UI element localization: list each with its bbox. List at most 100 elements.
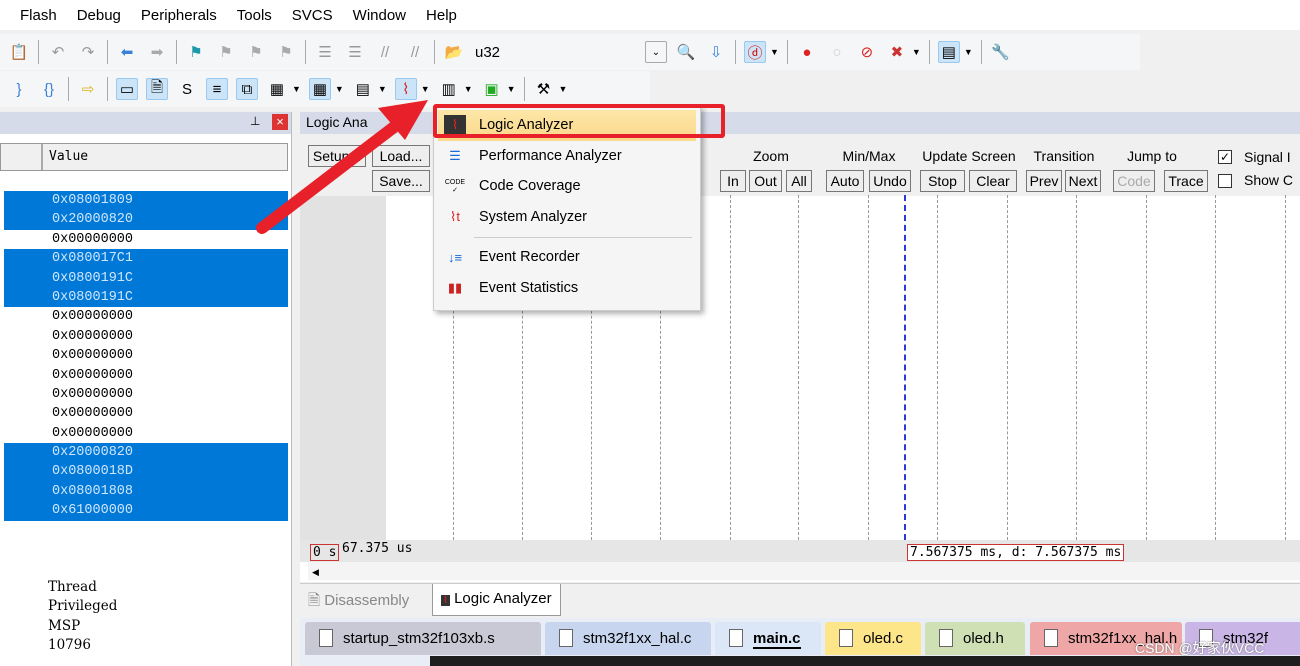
register-value-row[interactable]: 0x61000000: [4, 501, 288, 521]
file-tab[interactable]: startup_stm32f103xb.s: [305, 622, 541, 655]
chevron-down-icon[interactable]: ⌄: [645, 41, 667, 63]
call-stack-window-icon[interactable]: ⧉: [236, 78, 258, 100]
menu-item-performance-analyzer[interactable]: ☰ Performance Analyzer: [434, 141, 700, 172]
registers-window-icon[interactable]: ≡: [206, 78, 228, 100]
undo-button[interactable]: Undo: [869, 170, 911, 192]
disassembly-window-icon[interactable]: 🗎: [146, 78, 168, 100]
register-value-row[interactable]: 0x08001809: [4, 191, 288, 211]
file-tab[interactable]: stm32f1xx_hal.c: [545, 622, 711, 655]
menu-window[interactable]: Window: [353, 7, 406, 24]
window-layout-icon[interactable]: ▤: [937, 41, 960, 63]
grid-line: [1146, 195, 1147, 540]
next-button[interactable]: Next: [1065, 170, 1101, 192]
value-column-header[interactable]: Value: [0, 143, 288, 171]
register-value-row[interactable]: 0x00000000: [4, 307, 288, 326]
menu-peripherals[interactable]: Peripherals: [141, 7, 217, 24]
cursor-line[interactable]: [904, 195, 906, 540]
register-value-row[interactable]: 0x00000000: [4, 385, 288, 404]
zoom-out-button[interactable]: Out: [749, 170, 782, 192]
close-icon[interactable]: ×: [272, 114, 288, 130]
prev-button[interactable]: Prev: [1026, 170, 1062, 192]
register-value-row[interactable]: 0x00000000: [4, 404, 288, 423]
forward-icon[interactable]: ➡: [146, 41, 168, 63]
undo-icon[interactable]: ↶: [47, 41, 69, 63]
stop-button[interactable]: Stop: [920, 170, 965, 192]
register-value-row[interactable]: 0x20000820: [4, 443, 288, 463]
kill-breakpoints-icon[interactable]: ✖: [886, 41, 908, 63]
register-value-row[interactable]: 0x00000000: [4, 424, 288, 443]
menu-debug[interactable]: Debug: [77, 7, 121, 24]
menu-item-event-statistics[interactable]: ▮▮ Event Statistics: [434, 273, 700, 304]
back-icon[interactable]: ⬅: [116, 41, 138, 63]
command-window-icon[interactable]: ▭: [116, 78, 138, 100]
analysis-windows-icon[interactable]: ⌇: [394, 78, 417, 100]
disable-breakpoint-icon[interactable]: ○: [826, 41, 848, 63]
menu-help[interactable]: Help: [426, 7, 457, 24]
save-button[interactable]: Save...: [372, 170, 430, 192]
auto-button[interactable]: Auto: [826, 170, 864, 192]
comment-icon[interactable]: //: [374, 41, 396, 63]
menu-svcs[interactable]: SVCS: [292, 7, 333, 24]
jump-trace-button[interactable]: Trace: [1164, 170, 1208, 192]
paste-icon[interactable]: 📋: [8, 41, 30, 63]
redo-icon[interactable]: ↷: [77, 41, 99, 63]
uncomment-icon[interactable]: //: [404, 41, 426, 63]
symbols-window-icon[interactable]: S: [176, 78, 198, 100]
toolbox-icon[interactable]: ⚒: [533, 78, 555, 100]
step-out-icon[interactable]: }: [8, 78, 30, 100]
clear-bookmarks-icon[interactable]: ⚑: [275, 41, 297, 63]
indent-icon[interactable]: ☰: [314, 41, 336, 63]
scroll-left-icon[interactable]: ◀: [308, 567, 319, 577]
trace-windows-icon[interactable]: ▥: [438, 78, 460, 100]
wrench-icon[interactable]: 🔧: [990, 41, 1012, 63]
load-button[interactable]: Load...: [372, 145, 430, 167]
menu-flash[interactable]: Flash: [20, 7, 57, 24]
serial-window-icon[interactable]: ▤: [352, 78, 374, 100]
memory-window-icon[interactable]: ▦: [308, 78, 331, 100]
tab-disassembly[interactable]: 🗎 Disassembly: [308, 590, 409, 615]
file-tab[interactable]: main.c: [715, 622, 821, 655]
prev-bookmark-icon[interactable]: ⚑: [215, 41, 237, 63]
menu-item-event-recorder[interactable]: ↓≡ Event Recorder: [434, 242, 700, 273]
run-to-cursor-icon[interactable]: {}: [38, 78, 60, 100]
registers-panel: ⊥ × Value 0x08001809 0x20000820 0x00000000…: [0, 112, 292, 666]
register-value-row[interactable]: 0x0800191C: [4, 268, 288, 288]
clear-button[interactable]: Clear: [969, 170, 1017, 192]
bookmark-icon[interactable]: ⚑: [185, 41, 207, 63]
breakpoint-icon[interactable]: ●: [796, 41, 818, 63]
watch-window-icon[interactable]: ▦: [266, 78, 288, 100]
register-value-row[interactable]: 0x0800191C: [4, 287, 288, 308]
register-value-row[interactable]: 0x080017C1: [4, 249, 288, 269]
browse-icon[interactable]: ⇩: [705, 41, 727, 63]
find-in-files-icon[interactable]: 🔍: [675, 41, 697, 63]
file-tab[interactable]: oled.c: [825, 622, 921, 655]
horizontal-scrollbar[interactable]: ◀: [308, 562, 1300, 580]
register-value-row[interactable]: 0x0800018D: [4, 462, 288, 482]
next-bookmark-icon[interactable]: ⚑: [245, 41, 267, 63]
register-value-row[interactable]: 0x00000000: [4, 230, 288, 249]
show-next-statement-icon[interactable]: ⇨: [77, 78, 99, 100]
register-value-row[interactable]: 0x08001808: [4, 481, 288, 502]
register-value-row[interactable]: 0x00000000: [4, 366, 288, 385]
register-value-row[interactable]: 0x00000000: [4, 327, 288, 346]
file-tab[interactable]: oled.h: [925, 622, 1025, 655]
pin-icon[interactable]: ⊥: [250, 114, 260, 128]
zoom-in-button[interactable]: In: [720, 170, 746, 192]
open-folder-icon[interactable]: 📂: [443, 41, 465, 63]
setup-button[interactable]: Setup...: [308, 145, 366, 167]
menu-tools[interactable]: Tools: [237, 7, 272, 24]
tab-logic-analyzer[interactable]: ⌇ Logic Analyzer: [432, 584, 561, 616]
signal-info-checkbox[interactable]: ✓: [1218, 150, 1232, 164]
register-value-row[interactable]: 0x00000000: [4, 346, 288, 365]
disable-all-breakpoints-icon[interactable]: ⊘: [856, 41, 878, 63]
menu-item-system-analyzer[interactable]: ⌇t System Analyzer: [434, 202, 700, 233]
zoom-all-button[interactable]: All: [786, 170, 812, 192]
menu-item-code-coverage[interactable]: CODE ✓ Code Coverage: [434, 171, 700, 202]
show-cycles-checkbox[interactable]: [1218, 174, 1232, 188]
jump-code-button[interactable]: Code: [1113, 170, 1155, 192]
debug-session-icon[interactable]: ⓓ: [744, 41, 766, 63]
target-select[interactable]: u32: [475, 44, 645, 61]
register-value-row[interactable]: 0x20000820: [4, 210, 288, 230]
system-viewer-icon[interactable]: ▣: [481, 78, 503, 100]
unindent-icon[interactable]: ☰: [344, 41, 366, 63]
